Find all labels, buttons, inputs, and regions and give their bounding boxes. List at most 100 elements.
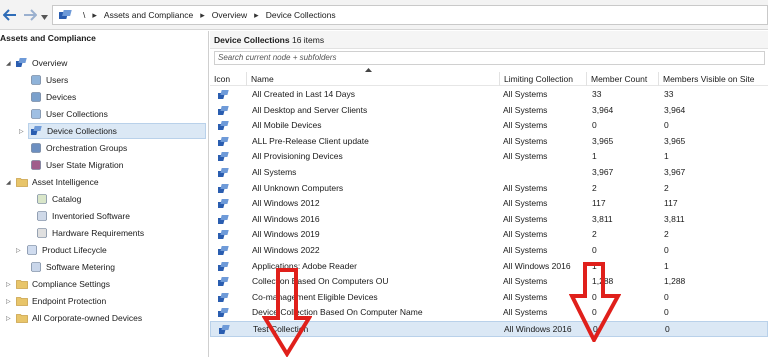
expander-icon[interactable]: ◢	[6, 60, 11, 67]
table-row[interactable]: ALL Pre-Release Client update All Systems…	[210, 134, 768, 150]
tree-item-device-collections[interactable]: ▷ Device Collections	[19, 123, 206, 139]
cell-member-count: 3,964	[592, 104, 614, 115]
breadcrumb[interactable]: \ ▸ Assets and Compliance ▸ Overview ▸ D…	[52, 5, 768, 25]
expander-icon[interactable]: ◢	[6, 179, 11, 186]
column-headers: Icon Name Limiting Collection Member Cou…	[210, 72, 768, 86]
tree-item-label: Compliance Settings	[32, 279, 110, 289]
cell-member-count: 33	[592, 89, 602, 99]
table-row[interactable]: All Windows 2016 All Systems 3,811 3,811	[210, 212, 768, 228]
user-state-migration-icon	[31, 160, 41, 170]
column-header-members-visible[interactable]: Members Visible on Site	[658, 72, 768, 86]
tree-item-software-metering[interactable]: Software Metering	[30, 259, 115, 275]
cell-name: ALL Pre-Release Client update	[252, 135, 369, 146]
collection-icon	[218, 261, 229, 271]
tree-item-label: All Corporate-owned Devices	[32, 313, 143, 323]
cell-members-visible: 0	[664, 291, 669, 302]
breadcrumb-item-overview[interactable]: Overview	[212, 10, 247, 20]
search-input[interactable]: Search current node + subfolders	[214, 51, 765, 65]
tree-item-compliance-settings[interactable]: ▷ Compliance Settings	[6, 276, 110, 292]
tree-item-users[interactable]: Users	[30, 72, 68, 88]
cell-members-visible: 1,288	[664, 276, 686, 287]
address-bar: \ ▸ Assets and Compliance ▸ Overview ▸ D…	[0, 0, 768, 30]
cell-member-count: 0	[592, 245, 597, 255]
cell-limiting-collection: All Systems	[503, 213, 548, 224]
collection-icon	[218, 199, 229, 209]
cell-name: All Windows 2012	[252, 198, 320, 209]
expander-icon[interactable]: ▷	[19, 128, 24, 135]
cell-members-visible: 0	[664, 245, 669, 255]
column-header-member-count[interactable]: Member Count	[586, 72, 658, 86]
users-icon	[31, 75, 41, 85]
breadcrumb-item-assets[interactable]: Assets and Compliance	[104, 10, 193, 20]
tree-item-product-lifecycle[interactable]: ▷ Product Lifecycle	[16, 242, 107, 258]
user-collections-icon	[31, 109, 41, 119]
cell-name: All Created in Last 14 Days	[252, 89, 355, 99]
tree-item-label: Inventoried Software	[52, 211, 130, 221]
tree-item-inventoried-software[interactable]: Inventoried Software	[36, 208, 130, 224]
cell-limiting-collection: All Systems	[503, 104, 548, 115]
cell-members-visible: 3,964	[664, 104, 686, 115]
collection-icon	[218, 183, 229, 193]
cell-members-visible: 0	[664, 120, 669, 131]
tree-item-overview[interactable]: ◢ Overview	[6, 55, 67, 71]
cell-limiting-collection: All Systems	[503, 229, 548, 240]
expander-icon[interactable]: ▷	[6, 281, 11, 288]
table-row[interactable]: All Windows 2022 All Systems 0 0	[210, 243, 768, 259]
back-button[interactable]	[2, 7, 18, 23]
device-collections-icon	[31, 126, 42, 135]
annotation-arrow-name	[262, 268, 312, 357]
tree-item-user-collections[interactable]: User Collections	[30, 106, 108, 122]
tree-item-endpoint-protection[interactable]: ▷ Endpoint Protection	[6, 293, 106, 309]
table-row[interactable]: All Windows 2012 All Systems 117 117	[210, 196, 768, 212]
column-header-name[interactable]: Name	[246, 72, 499, 86]
catalog-icon	[37, 194, 47, 204]
table-row[interactable]: All Provisioning Devices All Systems 1 1	[210, 149, 768, 165]
tree-item-label: Hardware Requirements	[52, 228, 145, 238]
orchestration-groups-icon	[31, 143, 41, 153]
tree-item-label: User Collections	[46, 109, 108, 119]
expander-icon[interactable]: ▷	[16, 247, 21, 254]
cell-member-count: 3,967	[592, 167, 614, 177]
table-row[interactable]: All Mobile Devices All Systems 0 0	[210, 118, 768, 134]
table-row[interactable]: All Desktop and Server Clients All System…	[210, 103, 768, 119]
tree-item-catalog[interactable]: Catalog	[36, 191, 81, 207]
folder-icon	[16, 297, 28, 306]
tree-item-asset-intelligence[interactable]: ◢ Asset Intelligence	[6, 174, 99, 190]
table-row[interactable]: All Systems 3,967 3,967	[210, 165, 768, 181]
tree-item-label: Software Metering	[46, 262, 115, 272]
expander-icon[interactable]: ▷	[6, 315, 11, 322]
cell-members-visible: 0	[664, 307, 669, 318]
column-header-icon[interactable]: Icon	[210, 72, 246, 86]
breadcrumb-root-separator: \	[83, 10, 86, 20]
expander-icon[interactable]: ▷	[6, 298, 11, 305]
cell-members-visible: 117	[664, 198, 678, 209]
cell-member-count: 0	[592, 120, 597, 131]
column-header-limiting-collection[interactable]: Limiting Collection	[499, 72, 586, 86]
cell-members-visible: 2	[664, 229, 669, 240]
tree-item-all-corporate-owned-devices[interactable]: ▷ All Corporate-owned Devices	[6, 310, 143, 326]
history-dropdown[interactable]	[40, 9, 48, 25]
table-row[interactable]: All Unknown Computers All Systems 2 2	[210, 181, 768, 197]
cell-limiting-collection: All Systems	[503, 245, 548, 255]
collection-icon	[218, 308, 229, 318]
folder-icon	[16, 280, 28, 289]
table-row[interactable]: All Windows 2019 All Systems 2 2	[210, 227, 768, 243]
collection-icon	[59, 10, 72, 19]
cell-name: All Unknown Computers	[252, 182, 344, 193]
collection-icon	[218, 90, 229, 99]
tree-item-orchestration-groups[interactable]: Orchestration Groups	[30, 140, 127, 156]
table-row[interactable]: All Created in Last 14 Days All Systems 33…	[210, 87, 768, 103]
cell-member-count: 1	[592, 151, 597, 162]
product-lifecycle-icon	[27, 245, 37, 255]
tree-item-label: User State Migration	[46, 160, 124, 170]
cell-member-count: 3,965	[592, 135, 614, 146]
chevron-down-icon	[40, 14, 48, 20]
tree-item-user-state-migration[interactable]: User State Migration	[30, 157, 123, 173]
results-header: Device Collections 16 items	[210, 31, 768, 49]
tree-item-devices[interactable]: Devices	[30, 89, 76, 105]
breadcrumb-item-device-collections[interactable]: Device Collections	[266, 10, 336, 20]
tree-item-hardware-requirements[interactable]: Hardware Requirements	[36, 225, 144, 241]
forward-button[interactable]	[22, 7, 38, 23]
cell-members-visible: 3,811	[664, 213, 685, 224]
collection-icon	[218, 168, 229, 177]
